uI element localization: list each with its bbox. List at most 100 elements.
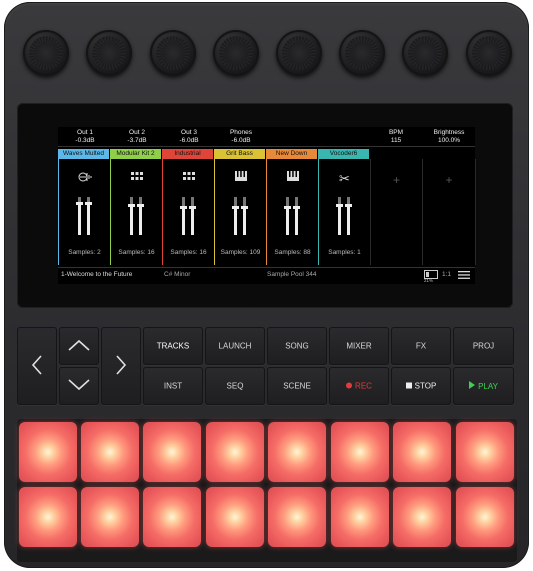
encoder-knob-6[interactable] bbox=[339, 30, 385, 76]
add-track-icon[interactable]: + bbox=[371, 173, 422, 187]
track-fader-left[interactable] bbox=[180, 197, 187, 235]
track-column-6[interactable]: ✂ Samples: 1 bbox=[318, 159, 371, 265]
left-arrow-button[interactable] bbox=[17, 327, 57, 405]
tracks-label: TRACKS bbox=[156, 341, 190, 351]
mixer-button[interactable]: MIXER bbox=[329, 327, 389, 365]
out2-label: Out 2 bbox=[129, 129, 145, 136]
pad-7[interactable] bbox=[393, 422, 451, 482]
track-column-2[interactable]: Samples: 16 bbox=[110, 159, 163, 265]
pad-4[interactable] bbox=[206, 422, 264, 482]
encoder-knob-7[interactable] bbox=[402, 30, 448, 76]
down-arrow-button[interactable] bbox=[59, 367, 99, 405]
pad-3[interactable] bbox=[143, 422, 201, 482]
track-column-4[interactable]: Samples: 109 bbox=[214, 159, 267, 265]
track-fader-right[interactable] bbox=[345, 197, 352, 235]
encoder-knob-1[interactable] bbox=[23, 30, 69, 76]
pad-13[interactable] bbox=[268, 487, 326, 547]
sample-count: Samples: 88 bbox=[274, 249, 311, 256]
add-track-icon[interactable]: + bbox=[423, 173, 475, 187]
track-fader-right[interactable] bbox=[293, 197, 300, 235]
pad-8[interactable] bbox=[456, 422, 514, 482]
track-tab-1[interactable]: Waves Multed bbox=[58, 149, 109, 159]
track-fader-left[interactable] bbox=[76, 197, 83, 235]
scene-button[interactable]: SCENE bbox=[267, 367, 327, 405]
song-button[interactable]: SONG bbox=[267, 327, 327, 365]
pad-6[interactable] bbox=[331, 422, 389, 482]
chevron-left-icon bbox=[17, 355, 57, 377]
pad-14[interactable] bbox=[331, 487, 389, 547]
track-tab-2[interactable]: Modular Kit 2 bbox=[110, 149, 161, 159]
fx-button[interactable]: FX bbox=[391, 327, 451, 365]
out2-value: -3.7dB bbox=[127, 137, 147, 144]
pad-16[interactable] bbox=[456, 487, 514, 547]
tracks-button[interactable]: TRACKS bbox=[143, 327, 203, 365]
chevron-up-icon bbox=[59, 339, 99, 353]
track-tab-6[interactable]: Vocoder6 bbox=[318, 149, 369, 159]
track-column-3[interactable]: Samples: 16 bbox=[162, 159, 215, 265]
bpm-value: 115 bbox=[390, 137, 402, 144]
brightness-value: 100.0% bbox=[437, 137, 461, 144]
brightness-readout: Brightness 100.0% bbox=[424, 129, 474, 145]
pad-15[interactable] bbox=[393, 487, 451, 547]
rec-button[interactable]: REC bbox=[329, 367, 389, 405]
encoder-knob-5[interactable] bbox=[276, 30, 322, 76]
up-arrow-button[interactable] bbox=[59, 327, 99, 365]
track-fader-left[interactable] bbox=[128, 197, 135, 235]
out2-readout: Out 2 -3.7dB bbox=[118, 129, 156, 145]
play-button[interactable]: PLAY bbox=[453, 367, 514, 405]
stop-button[interactable]: STOP bbox=[391, 367, 451, 405]
seq-button[interactable]: SEQ bbox=[205, 367, 265, 405]
menu-icon[interactable] bbox=[458, 271, 470, 285]
display-screen: Out 1 -0.3dB Out 2 -3.7dB Out 3 -6.0dB P… bbox=[58, 127, 476, 285]
track-column-empty-1[interactable]: + bbox=[370, 159, 423, 265]
track-column-1[interactable]: Samples: 2 bbox=[58, 159, 111, 265]
stop-square-icon bbox=[405, 382, 412, 389]
encoder-knob-4[interactable] bbox=[213, 30, 259, 76]
launch-label: LAUNCH bbox=[218, 341, 252, 351]
track-fader-right[interactable] bbox=[137, 197, 144, 235]
out3-value: -6.0dB bbox=[179, 137, 199, 144]
play-triangle-icon bbox=[469, 381, 476, 389]
track-fader-left[interactable] bbox=[232, 197, 239, 235]
keys-icon bbox=[215, 171, 266, 184]
track-fader-left[interactable] bbox=[284, 197, 291, 235]
proj-label: PROJ bbox=[472, 341, 495, 351]
track-fader-right[interactable] bbox=[189, 197, 196, 235]
launch-button[interactable]: LAUNCH bbox=[205, 327, 265, 365]
phones-value: -6.0dB bbox=[231, 137, 251, 144]
track-tab-3[interactable]: Industrial bbox=[162, 149, 213, 159]
encoder-knob-8[interactable] bbox=[466, 30, 512, 76]
pad-1[interactable] bbox=[19, 422, 77, 482]
keys-icon bbox=[267, 171, 318, 184]
right-arrow-button[interactable] bbox=[101, 327, 141, 405]
out1-readout: Out 1 -0.3dB bbox=[66, 129, 104, 145]
encoder-knob-2[interactable] bbox=[86, 30, 132, 76]
rec-label: REC bbox=[355, 381, 372, 391]
inst-button[interactable]: INST bbox=[143, 367, 203, 405]
proj-button[interactable]: PROJ bbox=[453, 327, 514, 365]
scene-label: SCENE bbox=[283, 381, 311, 391]
track-fader-right[interactable] bbox=[85, 197, 92, 235]
track-fader-left[interactable] bbox=[336, 197, 343, 235]
play-label: PLAY bbox=[478, 382, 498, 391]
track-column-empty-2[interactable]: + bbox=[422, 159, 476, 265]
seq-label: SEQ bbox=[226, 381, 244, 391]
pad-12[interactable] bbox=[206, 487, 264, 547]
brightness-label: Brightness bbox=[433, 129, 465, 136]
pad-9[interactable] bbox=[19, 487, 77, 547]
pad-11[interactable] bbox=[143, 487, 201, 547]
track-tab-4[interactable]: Grit Bass bbox=[214, 149, 265, 159]
chevron-down-icon bbox=[59, 379, 99, 393]
mixer-label: MIXER bbox=[346, 341, 372, 351]
encoder-knob-3[interactable] bbox=[150, 30, 196, 76]
track-fader-right[interactable] bbox=[241, 197, 248, 235]
pad-2[interactable] bbox=[81, 422, 139, 482]
out3-readout: Out 3 -6.0dB bbox=[170, 129, 208, 145]
sample-count: Samples: 16 bbox=[118, 249, 155, 256]
pad-5[interactable] bbox=[268, 422, 326, 482]
header-divider bbox=[58, 146, 475, 147]
track-tab-5[interactable]: New Down bbox=[266, 149, 317, 159]
waveform-icon bbox=[59, 171, 110, 186]
pad-10[interactable] bbox=[81, 487, 139, 547]
track-column-5[interactable]: Samples: 88 bbox=[266, 159, 319, 265]
